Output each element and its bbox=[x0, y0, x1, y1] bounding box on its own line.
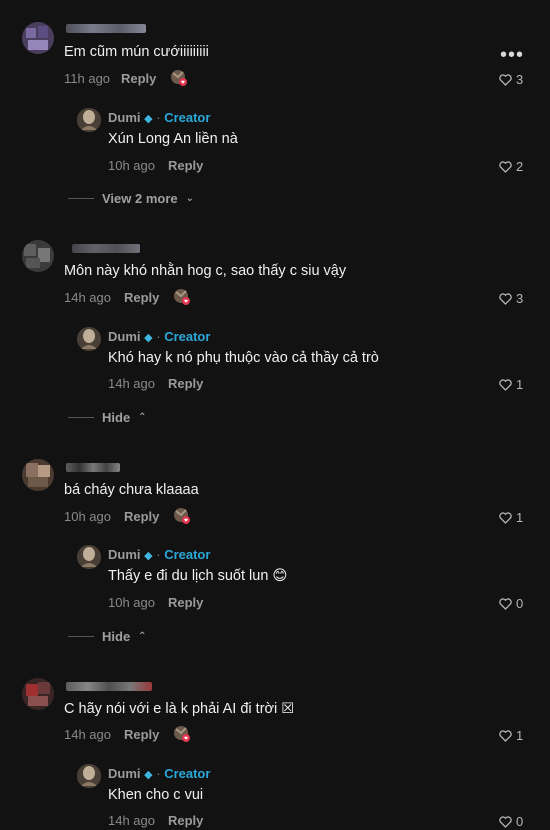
chevron-up-icon: ⌃ bbox=[138, 412, 147, 423]
heart-icon bbox=[499, 729, 512, 742]
comment-text: C hãy nói với e là k phải AI đi trời ☒ bbox=[64, 701, 295, 717]
comment-text: Em cũm mún cướiiiiiiiii bbox=[64, 44, 209, 60]
verified-diamond-icon: ◆ bbox=[144, 550, 153, 562]
reply-button[interactable]: Reply bbox=[168, 376, 203, 391]
commenter-avatar[interactable] bbox=[22, 678, 54, 710]
creator-badge: Creator bbox=[164, 547, 211, 562]
like-button[interactable]: 1 bbox=[499, 377, 523, 392]
separator-dot: · bbox=[156, 110, 161, 125]
like-count: 3 bbox=[516, 291, 524, 306]
hide-replies-button[interactable]: Hide ⌃ bbox=[68, 410, 147, 425]
commenter-avatar[interactable] bbox=[22, 22, 54, 54]
comments-panel: ••• Em cũm mún cướiiiiiiiii 11h ago Repl… bbox=[0, 0, 550, 830]
reply-button[interactable]: Reply bbox=[168, 158, 203, 173]
commenter-avatar[interactable] bbox=[22, 459, 54, 491]
reply-button[interactable]: Reply bbox=[168, 813, 203, 828]
creator-avatar[interactable] bbox=[77, 327, 101, 351]
reply-button[interactable]: Reply bbox=[121, 71, 156, 86]
commenter-username-blurred bbox=[72, 244, 140, 253]
hide-replies-button[interactable]: Hide ⌃ bbox=[68, 629, 147, 644]
commenter-username-blurred bbox=[66, 463, 120, 472]
like-count: 0 bbox=[516, 814, 524, 829]
hide-label: Hide bbox=[102, 410, 131, 425]
heart-icon bbox=[499, 597, 512, 610]
like-count: 2 bbox=[516, 159, 524, 174]
verified-diamond-icon: ◆ bbox=[144, 113, 153, 125]
like-count: 1 bbox=[516, 377, 524, 392]
creator-header: Dumi ◆ · Creator bbox=[108, 329, 210, 344]
like-count: 3 bbox=[516, 72, 524, 87]
reply-button[interactable]: Reply bbox=[124, 509, 159, 524]
commenter-username-blurred bbox=[66, 682, 152, 691]
creator-reply-text: Khó hay k nó phụ thuộc vào cả thầy cả tr… bbox=[108, 350, 379, 366]
reply-button[interactable]: Reply bbox=[124, 290, 159, 305]
reply-time: 10h ago bbox=[108, 595, 155, 610]
like-count: 0 bbox=[516, 596, 524, 611]
creator-liked-icon bbox=[173, 725, 191, 748]
reply-time: 10h ago bbox=[108, 158, 155, 173]
creator-reply-text: Xún Long An liền nà bbox=[108, 131, 238, 147]
comment-text: bá cháy chưa klaaaa bbox=[64, 482, 199, 498]
like-button[interactable]: 1 bbox=[499, 728, 523, 743]
verified-diamond-icon: ◆ bbox=[144, 332, 153, 344]
heart-icon bbox=[499, 160, 512, 173]
creator-name[interactable]: Dumi bbox=[108, 329, 141, 344]
divider-line bbox=[68, 198, 94, 199]
divider-line bbox=[68, 417, 94, 418]
chevron-up-icon: ⌃ bbox=[138, 631, 147, 642]
reply-button[interactable]: Reply bbox=[124, 727, 159, 742]
commenter-avatar[interactable] bbox=[22, 240, 54, 272]
creator-badge: Creator bbox=[164, 110, 211, 125]
more-options-icon[interactable]: ••• bbox=[500, 44, 524, 67]
creator-avatar[interactable] bbox=[77, 764, 101, 788]
creator-header: Dumi ◆ · Creator bbox=[108, 547, 210, 562]
reply-time: 14h ago bbox=[108, 813, 155, 828]
comment-time: 14h ago bbox=[64, 727, 111, 742]
separator-dot: · bbox=[156, 329, 161, 344]
heart-icon bbox=[499, 292, 512, 305]
like-button[interactable]: 3 bbox=[499, 291, 523, 306]
divider-line bbox=[68, 636, 94, 637]
comment-text: Môn này khó nhằn hog c, sao thấy c siu v… bbox=[64, 263, 347, 279]
creator-liked-icon bbox=[173, 507, 191, 530]
heart-icon bbox=[499, 815, 512, 828]
creator-liked-icon bbox=[173, 288, 191, 311]
reply-time: 14h ago bbox=[108, 376, 155, 391]
creator-badge: Creator bbox=[164, 329, 211, 344]
like-button[interactable]: 1 bbox=[499, 510, 523, 525]
creator-liked-icon bbox=[170, 69, 188, 92]
like-button[interactable]: 0 bbox=[499, 814, 523, 829]
comment-time: 10h ago bbox=[64, 509, 111, 524]
verified-diamond-icon: ◆ bbox=[144, 769, 153, 781]
hide-label: Hide bbox=[102, 629, 131, 644]
creator-avatar[interactable] bbox=[77, 108, 101, 132]
creator-name[interactable]: Dumi bbox=[108, 766, 141, 781]
creator-reply-text: Thấy e đi du lịch suốt lun 😊 bbox=[108, 568, 288, 584]
chevron-down-icon: ⌄ bbox=[185, 193, 195, 204]
creator-avatar[interactable] bbox=[77, 545, 101, 569]
reply-button[interactable]: Reply bbox=[168, 595, 203, 610]
creator-badge: Creator bbox=[164, 766, 211, 781]
separator-dot: · bbox=[156, 547, 161, 562]
like-button[interactable]: 0 bbox=[499, 596, 523, 611]
heart-icon bbox=[499, 73, 512, 86]
creator-header: Dumi ◆ · Creator bbox=[108, 110, 210, 125]
creator-name[interactable]: Dumi bbox=[108, 110, 141, 125]
commenter-username-blurred bbox=[66, 24, 146, 33]
view-more-replies-button[interactable]: View 2 more ⌄ bbox=[68, 191, 194, 206]
creator-name[interactable]: Dumi bbox=[108, 547, 141, 562]
like-count: 1 bbox=[516, 728, 524, 743]
heart-icon bbox=[499, 511, 512, 524]
like-count: 1 bbox=[516, 510, 524, 525]
creator-reply-text: Khen cho c vui bbox=[108, 787, 204, 803]
like-button[interactable]: 2 bbox=[499, 159, 523, 174]
comment-time: 14h ago bbox=[64, 290, 111, 305]
view-more-label: View 2 more bbox=[102, 191, 178, 206]
heart-icon bbox=[499, 378, 512, 391]
like-button[interactable]: 3 bbox=[499, 72, 523, 87]
separator-dot: · bbox=[156, 766, 161, 781]
creator-header: Dumi ◆ · Creator bbox=[108, 766, 210, 781]
comment-time: 11h ago bbox=[64, 71, 111, 86]
